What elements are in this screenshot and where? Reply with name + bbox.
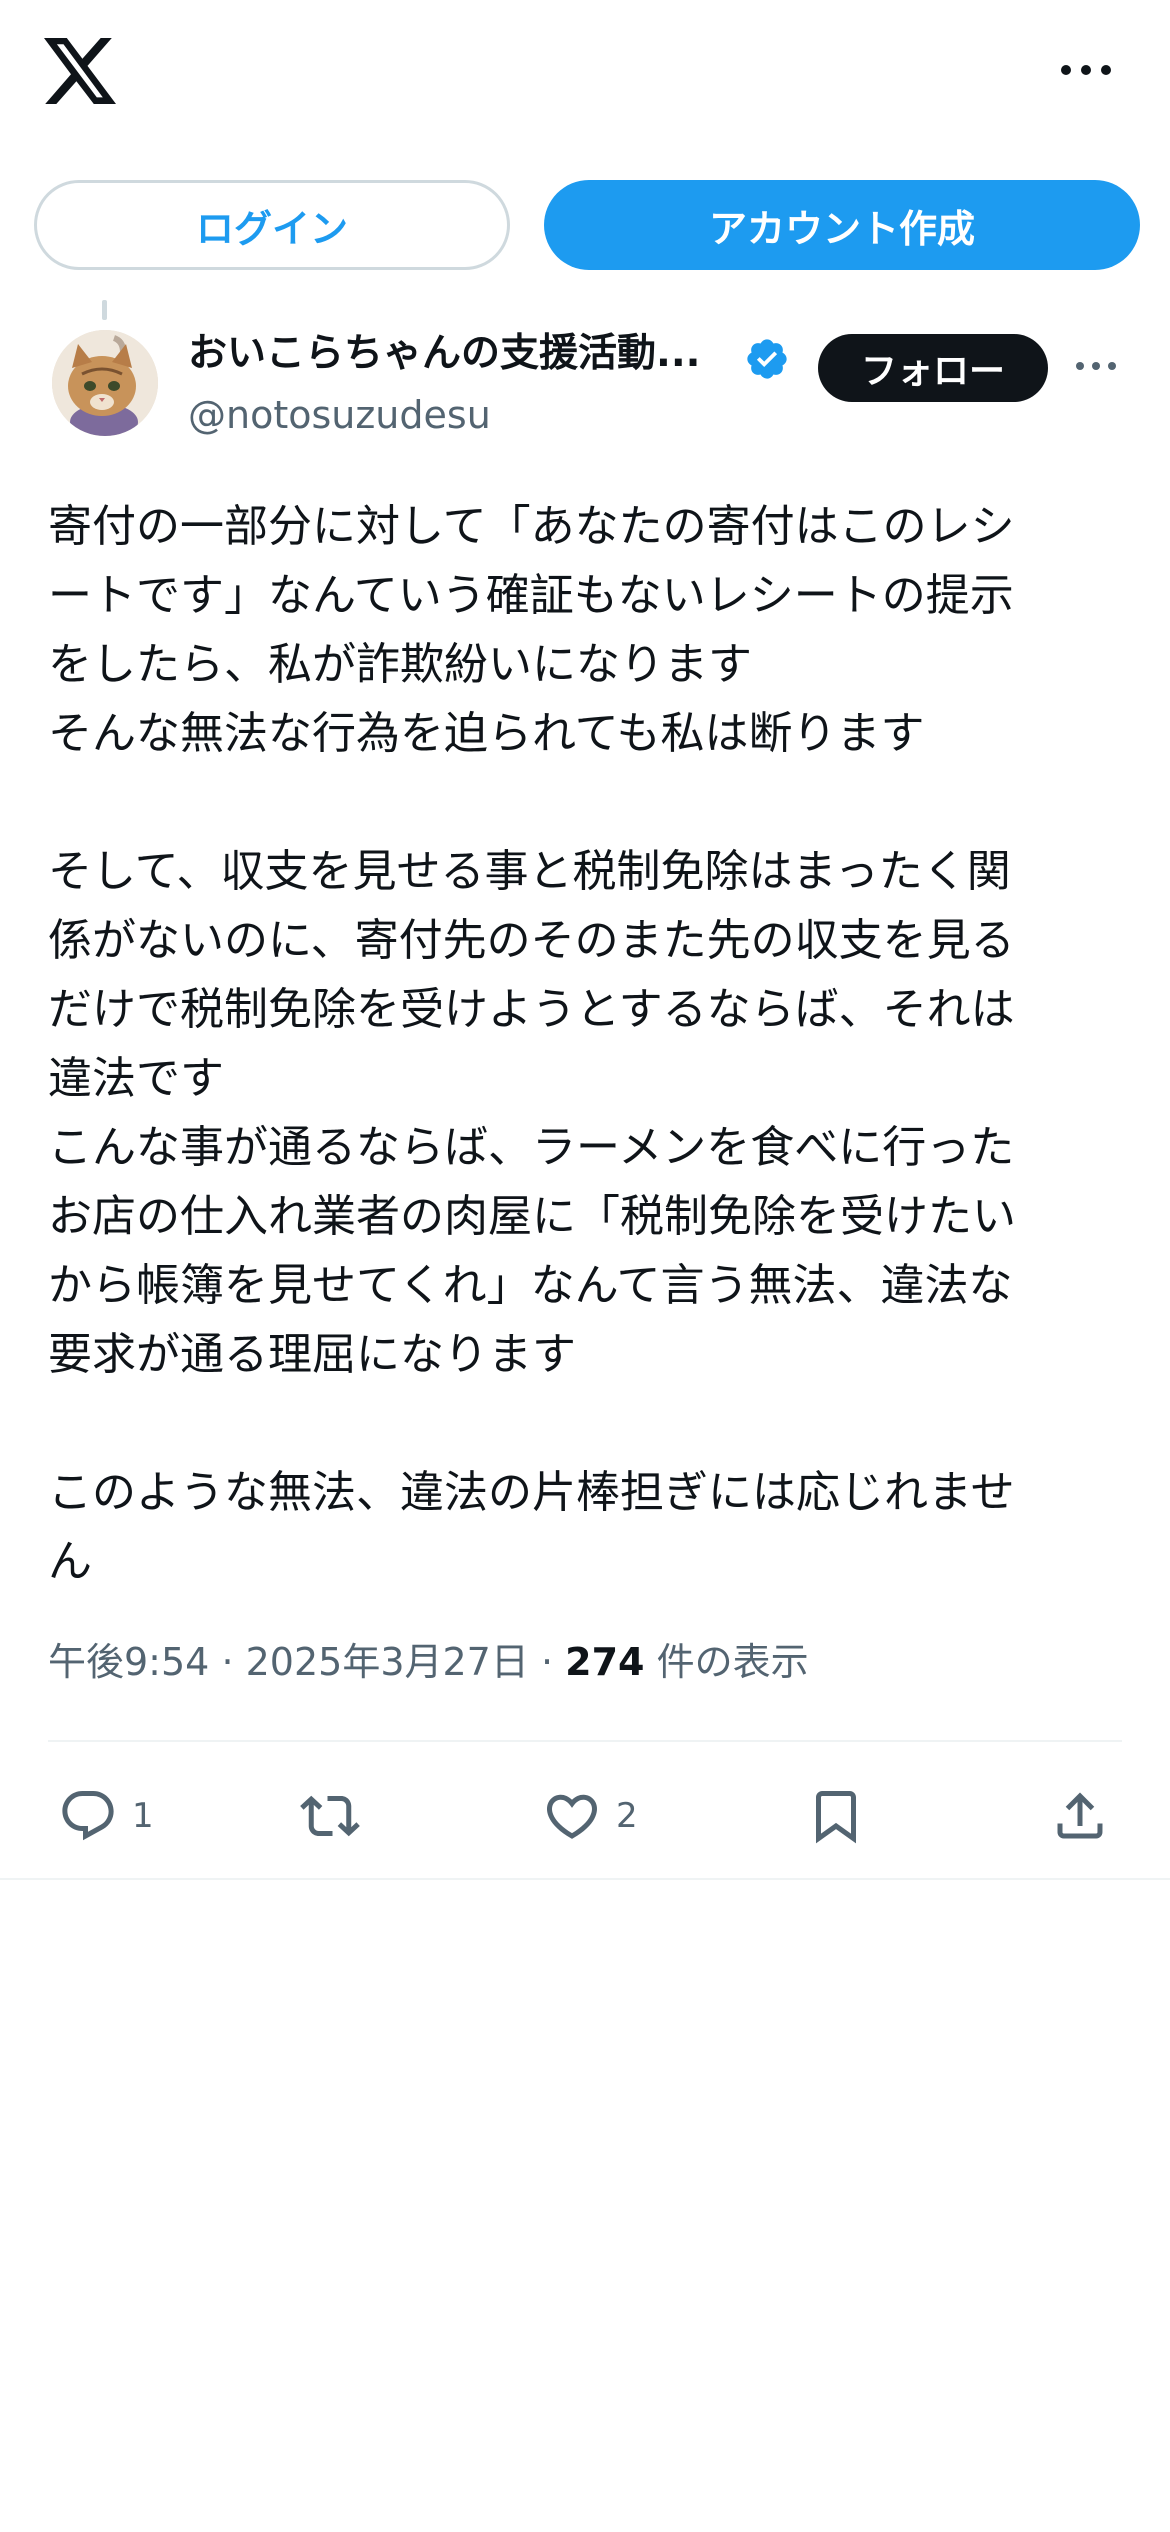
tweet-paragraph: そして、収支を見せる事と税制免除はまったく関 係がないのに、寄付先のそのまた先の…	[48, 846, 1016, 1380]
tweet-paragraph: このような無法、違法の片棒担ぎには応じれませ ん	[48, 1467, 1015, 1587]
author-display-name[interactable]: おいこらちゃんの支援活動...	[188, 326, 748, 382]
bookmark-icon	[816, 1791, 856, 1844]
tweet-page: ログイン アカウント作成 おいこらちゃんの支援活動... @notosuzude…	[0, 0, 1170, 2532]
like-count: 2	[616, 1796, 638, 1836]
follow-button-label: フォロー	[860, 351, 1005, 392]
thread-line	[102, 300, 107, 320]
reply-icon	[62, 1791, 114, 1841]
tweet-date[interactable]: 2025年3月27日	[246, 1640, 529, 1684]
views-count: 274	[565, 1640, 645, 1684]
login-button[interactable]: ログイン	[34, 180, 510, 270]
views-label: 件の表示	[656, 1640, 809, 1684]
divider	[0, 1878, 1170, 1880]
action-bar: 1 2	[48, 1776, 1122, 1856]
bookmark-button[interactable]	[806, 1776, 866, 1856]
tweet-time[interactable]: 午後9:54	[48, 1640, 209, 1684]
login-button-label: ログイン	[195, 206, 348, 251]
avatar[interactable]	[52, 330, 158, 436]
signup-button-label: アカウント作成	[708, 206, 975, 251]
follow-button[interactable]: フォロー	[818, 334, 1048, 402]
tweet-paragraph: 寄付の一部分に対して「あなたの寄付はこのレシ ートです」なんていう確証もないレシ…	[48, 501, 1015, 759]
more-horizontal-icon[interactable]	[1058, 60, 1114, 80]
auth-buttons: ログイン アカウント作成	[34, 180, 1140, 270]
divider	[48, 1740, 1122, 1742]
repost-icon	[300, 1795, 360, 1837]
signup-button[interactable]: アカウント作成	[544, 180, 1140, 270]
x-logo-icon[interactable]	[44, 38, 116, 104]
meta-separator: ·	[540, 1640, 554, 1684]
top-bar	[0, 0, 1170, 150]
verified-badge-icon	[747, 339, 787, 379]
repost-button[interactable]	[300, 1776, 360, 1856]
tweet-more-icon[interactable]	[1074, 358, 1118, 374]
share-icon	[1057, 1792, 1103, 1839]
tweet-text: 寄付の一部分に対して「あなたの寄付はこのレシ ートです」なんていう確証もないレシ…	[48, 492, 1128, 1596]
cat-avatar-image	[52, 330, 158, 436]
like-button[interactable]: 2	[542, 1776, 638, 1856]
tweet-meta: 午後9:54 · 2025年3月27日 · 274 件の表示	[48, 1632, 809, 1692]
reply-button[interactable]: 1	[58, 1776, 154, 1856]
reply-count: 1	[132, 1796, 154, 1836]
author-handle[interactable]: @notosuzudesu	[188, 390, 491, 440]
heart-icon	[546, 1794, 598, 1839]
meta-separator: ·	[221, 1640, 234, 1684]
share-button[interactable]	[1050, 1776, 1110, 1856]
